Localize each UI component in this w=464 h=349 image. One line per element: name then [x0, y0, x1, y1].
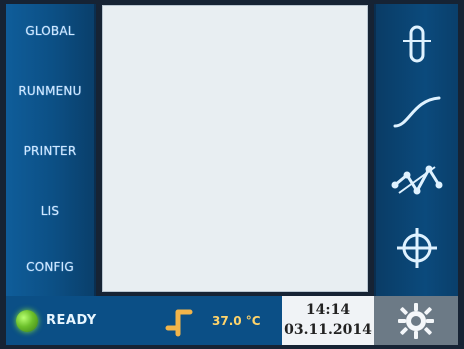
graph-button[interactable] [376, 150, 458, 210]
temperature-area: 37.0 °C [156, 296, 282, 345]
temperature-value: 37.0 °C [212, 314, 261, 328]
menu-item-lis[interactable]: LIS [6, 204, 94, 218]
gear-icon [396, 301, 436, 341]
menu-item-runmenu[interactable]: RUNMENU [6, 84, 94, 98]
menu-item-config[interactable]: CONFIG [6, 260, 94, 274]
crosshair-button[interactable] [376, 218, 458, 278]
right-toolbar [374, 4, 458, 296]
menu-item-printer[interactable]: PRINTER [6, 144, 94, 158]
settings-button[interactable] [374, 296, 458, 345]
graph-icon [389, 157, 445, 203]
curve-icon [391, 92, 443, 132]
tube-icon [397, 21, 437, 67]
datetime: 14:14 03.11.2014 [282, 296, 374, 345]
left-menu: GLOBAL RUNMENU PRINTER LIS CONFIG [6, 4, 96, 296]
curve-button[interactable] [376, 82, 458, 142]
main-content-area [102, 5, 368, 292]
temperature-icon [164, 304, 198, 338]
date-display: 03.11.2014 [284, 322, 372, 338]
tube-button[interactable] [376, 14, 458, 74]
menu-item-global[interactable]: GLOBAL [6, 24, 94, 38]
status-area: READY [6, 296, 156, 345]
instrument-screen: GLOBAL RUNMENU PRINTER LIS CONFIG READY … [0, 0, 464, 349]
crosshair-icon [394, 225, 440, 271]
status-led [16, 310, 38, 332]
status-text: READY [46, 313, 97, 328]
time-display: 14:14 [305, 302, 351, 318]
status-bar: READY 37.0 °C 14:14 03.11.2014 [6, 296, 458, 345]
